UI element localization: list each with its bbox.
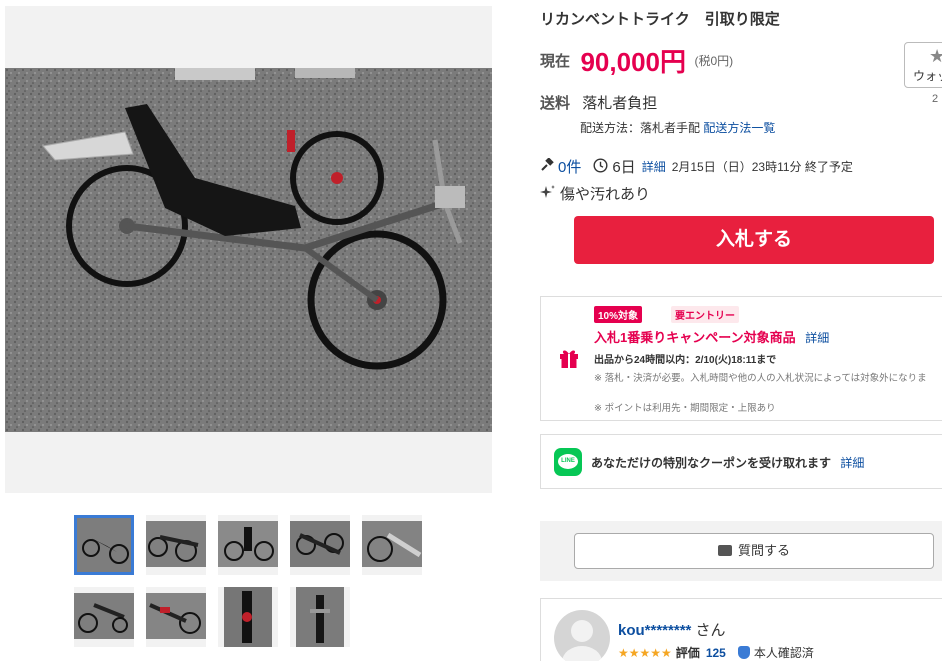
seller-name[interactable]: kou******** xyxy=(618,622,691,639)
rating-count[interactable]: 125 xyxy=(706,646,726,660)
thumbnail-9[interactable] xyxy=(290,587,350,647)
verified-badge: 本人確認済 xyxy=(737,644,814,661)
campaign-deadline: 出品から24時間以内：2/10(火)18:11まで xyxy=(594,355,777,366)
points-badge: 10%対象 xyxy=(594,306,643,323)
coupon-detail-link[interactable]: 詳細 xyxy=(840,456,864,470)
seller-avatar[interactable] xyxy=(554,610,610,661)
shield-check-icon xyxy=(737,646,750,659)
campaign-note-2: ※ ポイントは利用先・期間限定・上限あり xyxy=(594,403,776,414)
verified-label: 本人確認済 xyxy=(753,646,814,660)
item-title: リカンベントトライク 引取り限定 xyxy=(540,11,780,28)
item-detail-panel: リカンベントトライク 引取り限定 現在 90,000円 (税0円) ★ ウォッ … xyxy=(540,0,942,661)
line-coupon-box[interactable]: LINE あなただけの特別なクーポンを受け取れます 詳細 xyxy=(540,434,942,489)
speech-bubble-icon xyxy=(717,545,732,556)
clock-icon xyxy=(593,157,608,176)
end-time: 2月15日（日）23時11分 終了予定 xyxy=(671,160,853,174)
line-icon: LINE xyxy=(554,448,582,476)
thumbnail-5[interactable] xyxy=(362,515,422,575)
price-label: 現在 xyxy=(540,53,571,70)
bid-count[interactable]: 0件 xyxy=(558,156,581,177)
condition-row: 傷や汚れあり xyxy=(540,183,650,204)
rating-stars-icon: ★★★★★ xyxy=(618,645,672,660)
campaign-box: 10%対象 要エントリー 入札1番乗りキャンペーン対象商品 詳細 出品から24時… xyxy=(540,296,942,421)
gift-icon xyxy=(559,347,579,374)
shipping-label: 送料 xyxy=(540,95,571,112)
seller-rating-row: ★★★★★ 評価 125 本人確認済 xyxy=(618,644,814,661)
time-left: 6日 xyxy=(612,159,636,176)
shipping-method-row: 配送方法：落札者手配 配送方法一覧 xyxy=(580,119,775,136)
rating-label: 評価 xyxy=(675,646,700,660)
shipping-value: 落札者負担 xyxy=(582,95,658,112)
star-icon: ★ xyxy=(929,46,942,66)
main-product-photo xyxy=(5,68,492,432)
gavel-icon xyxy=(540,157,554,175)
thumbnail-2[interactable] xyxy=(146,515,206,575)
campaign-note-1: ※ 落札・決済が必要。入札時間や他の人の入札状況によっては対象外になりま xyxy=(594,373,927,384)
watchlist-label: ウォッ xyxy=(913,69,942,83)
current-price: 90,000円 xyxy=(580,47,686,77)
main-image-viewer[interactable] xyxy=(5,6,492,493)
ask-question-button[interactable]: 質問する xyxy=(574,533,934,569)
thumbnail-7[interactable] xyxy=(146,587,206,647)
time-detail-link[interactable]: 詳細 xyxy=(642,158,666,175)
campaign-title-row: 入札1番乗りキャンペーン対象商品 詳細 xyxy=(594,327,829,346)
thumbnail-8[interactable] xyxy=(218,587,278,647)
shipping-list-link[interactable]: 配送方法一覧 xyxy=(703,121,775,135)
coupon-text-row: あなただけの特別なクーポンを受け取れます 詳細 xyxy=(591,454,864,471)
seller-name-row: kou******** さん xyxy=(618,619,726,640)
shipping-method: 配送方法：落札者手配 xyxy=(580,121,701,135)
ask-question-label: 質問する xyxy=(737,543,790,558)
thumbnail-6[interactable] xyxy=(74,587,134,647)
seller-box: kou******** さん ★★★★★ 評価 125 本人確認済 xyxy=(540,598,942,661)
thumbnail-1[interactable] xyxy=(74,515,134,575)
thumbnail-4[interactable] xyxy=(290,515,350,575)
question-area: 質問する xyxy=(540,521,942,581)
seller-suffix: さん xyxy=(695,622,726,639)
price-tax: (税0円) xyxy=(694,54,734,68)
coupon-text: あなただけの特別なクーポンを受け取れます xyxy=(591,456,832,470)
shipping-row: 送料 落札者負担 xyxy=(540,92,657,113)
sparkle-icon xyxy=(540,184,556,204)
thumbnail-3[interactable] xyxy=(218,515,278,575)
bid-button[interactable]: 入札する xyxy=(574,216,934,264)
auction-meta-row: 0件 6日 詳細 2月15日（日）23時11分 終了予定 xyxy=(540,156,853,177)
watchlist-button[interactable]: ★ ウォッ xyxy=(904,42,942,88)
campaign-detail-link[interactable]: 詳細 xyxy=(805,331,829,345)
campaign-title: 入札1番乗りキャンペーン対象商品 xyxy=(594,330,796,345)
entry-required-badge: 要エントリー xyxy=(671,306,739,323)
watchlist-count: 2 xyxy=(932,93,939,105)
price-row: 現在 90,000円 (税0円) xyxy=(540,42,733,79)
item-condition: 傷や汚れあり xyxy=(560,186,651,203)
